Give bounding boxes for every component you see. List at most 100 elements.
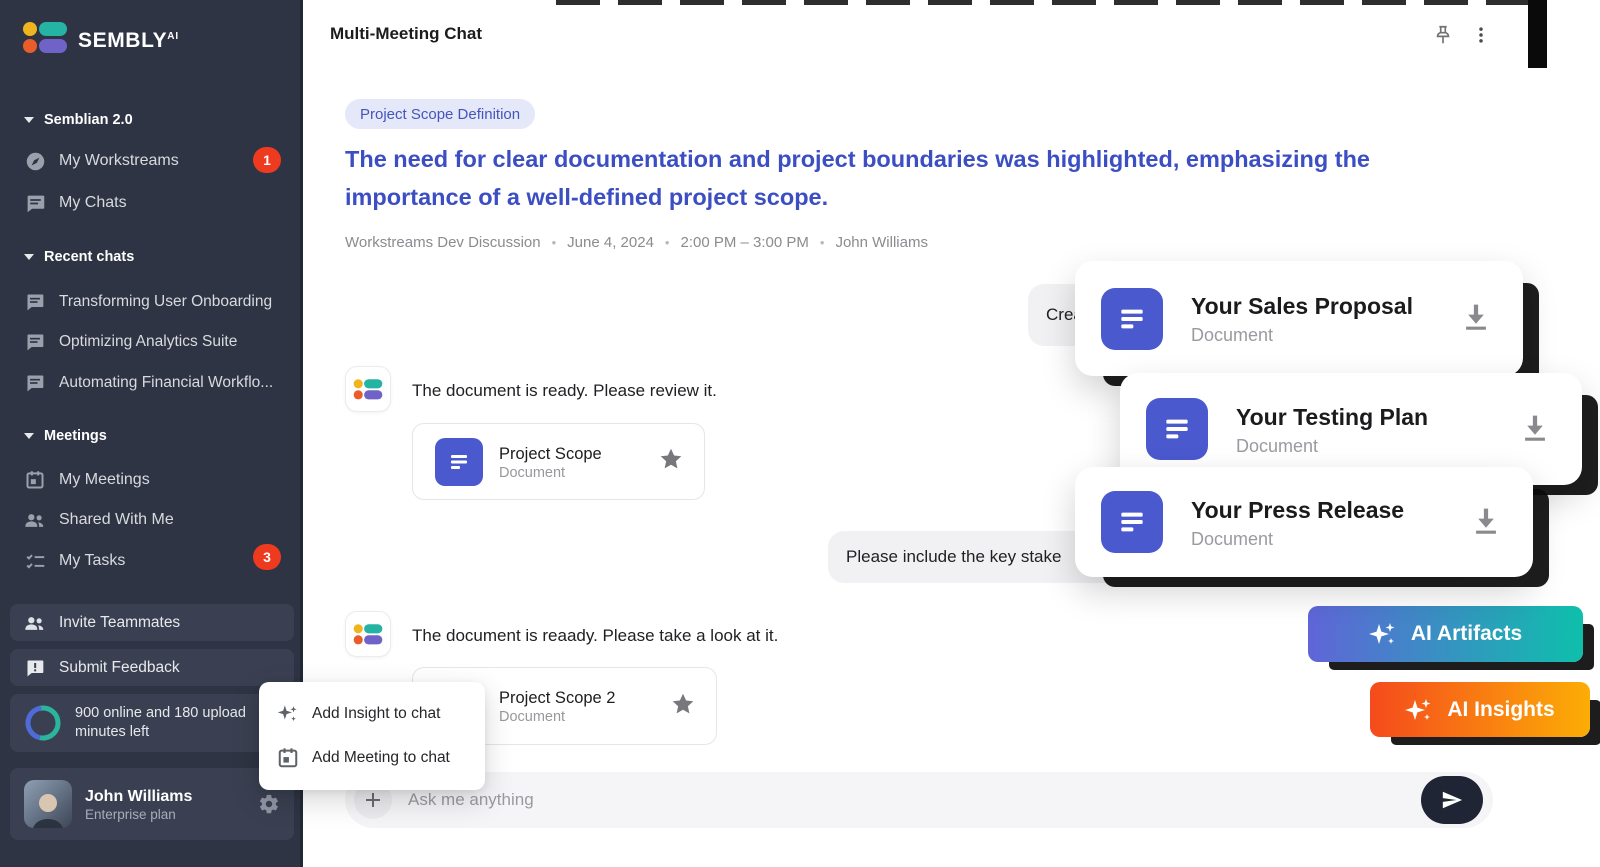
usage-ring-icon [24,704,62,742]
download-icon[interactable] [1518,410,1552,449]
artifact-type: Document [1191,529,1404,550]
menu-item-label: Add Meeting to chat [312,749,450,767]
button-label: Invite Teammates [59,614,180,632]
bot-avatar [345,366,391,412]
meta-owner: John Williams [809,234,928,251]
usage-text: 900 online and 180 upload minutes left [75,704,270,742]
sparkle-icon [277,703,299,725]
send-button[interactable] [1421,776,1483,824]
sidebar-item-shared-with-me[interactable]: Shared With Me [24,506,174,534]
artifact-title: Your Testing Plan [1236,402,1428,432]
artifact-info: Your Press Release Document [1191,495,1404,550]
meta-meeting-name: Workstreams Dev Discussion [345,234,541,251]
meeting-meta: Workstreams Dev Discussion June 4, 2024 … [345,234,928,251]
avatar [24,780,72,828]
ai-artifacts-button[interactable]: AI Artifacts [1308,606,1583,662]
gear-icon[interactable] [258,793,280,815]
kebab-menu-icon[interactable] [1468,22,1494,48]
item-label: Automating Financial Workflo... [59,374,273,392]
chat-icon [24,291,46,313]
artifact-type: Document [1191,325,1413,346]
section-label: Meetings [44,428,107,444]
people-icon [24,612,46,634]
tasks-badge: 3 [253,544,281,570]
feedback-icon [24,657,46,679]
document-info: Project Scope 2 Document [499,687,615,725]
compass-icon [24,150,46,172]
summary-headline: The need for clear documentation and pro… [345,140,1470,216]
bot-message: The document is ready. Please review it. [412,381,717,401]
add-to-chat-menu: Add Insight to chat Add Meeting to chat [259,682,485,790]
chevron-down-icon [24,117,34,123]
sidebar-item-recent-chat[interactable]: Optimizing Analytics Suite [24,328,237,356]
sidebar-item-recent-chat[interactable]: Transforming User Onboarding [24,288,272,316]
profile-plan: Enterprise plan [85,807,245,822]
people-icon [24,509,46,531]
sidebar-item-my-tasks[interactable]: My Tasks [24,547,125,575]
chat-icon [24,372,46,394]
document-title: Project Scope 2 [499,687,615,709]
usage-meter[interactable]: 900 online and 180 upload minutes left [10,694,294,752]
chat-icon [24,331,46,353]
topic-tag[interactable]: Project Scope Definition [345,99,535,129]
document-icon [1146,398,1208,460]
document-icon [435,438,483,486]
sidebar: SEMBLYAI Semblian 2.0 My Workstreams 1 M… [0,0,303,867]
document-type: Document [499,465,602,481]
item-label: My Tasks [59,552,125,570]
ai-insights-button[interactable]: AI Insights [1370,682,1590,737]
section-label: Semblian 2.0 [44,112,133,128]
document-icon [1101,288,1163,350]
sidebar-item-my-chats[interactable]: My Chats [24,189,127,217]
menu-item-add-insight[interactable]: Add Insight to chat [259,692,485,736]
artifact-title: Your Sales Proposal [1191,291,1413,321]
chevron-down-icon [24,254,34,260]
sidebar-item-recent-chat[interactable]: Automating Financial Workflo... [24,369,273,397]
torn-edge-corner [1528,0,1547,68]
sidebar-section-meetings[interactable]: Meetings [24,422,107,450]
menu-item-add-meeting[interactable]: Add Meeting to chat [259,736,485,780]
brand-name: SEMBLYAI [78,20,179,58]
app-window: SEMBLYAI Semblian 2.0 My Workstreams 1 M… [0,0,1600,867]
profile-card[interactable]: John Williams Enterprise plan [10,768,294,840]
profile-name: John Williams [85,787,245,807]
page-title: Multi-Meeting Chat [330,24,482,44]
star-icon[interactable] [658,446,684,477]
button-label: AI Artifacts [1411,622,1522,646]
calendar-icon [24,469,46,491]
pin-icon[interactable] [1430,22,1456,48]
bot-message: The document is reaady. Please take a lo… [412,626,778,646]
download-icon[interactable] [1459,299,1493,338]
profile-info: John Williams Enterprise plan [85,787,245,822]
torn-edge-top [556,0,1544,5]
item-label: Optimizing Analytics Suite [59,333,237,351]
chat-composer [345,772,1493,828]
download-icon[interactable] [1469,503,1503,542]
message-input[interactable] [392,790,1421,810]
item-label: My Chats [59,194,127,212]
artifact-title: Your Press Release [1191,495,1404,525]
artifact-info: Your Sales Proposal Document [1191,291,1413,346]
sidebar-section-semblian[interactable]: Semblian 2.0 [24,106,133,134]
menu-item-label: Add Insight to chat [312,705,440,723]
artifact-card-sales-proposal[interactable]: Your Sales Proposal Document [1075,261,1523,376]
invite-teammates-button[interactable]: Invite Teammates [10,604,294,641]
document-icon [1101,491,1163,553]
sidebar-item-my-meetings[interactable]: My Meetings [24,466,150,494]
sparkles-icon [1369,620,1397,648]
submit-feedback-button[interactable]: Submit Feedback [10,649,294,686]
document-attachment[interactable]: Project Scope Document [412,423,705,500]
brand-logo: SEMBLYAI [22,20,179,58]
star-icon[interactable] [670,691,696,722]
document-type: Document [499,709,615,725]
meta-time: 2:00 PM – 3:00 PM [654,234,809,251]
item-label: Transforming User Onboarding [59,293,272,311]
brand-suffix: AI [167,31,179,42]
item-label: Shared With Me [59,511,174,529]
sidebar-item-my-workstreams[interactable]: My Workstreams [24,147,179,175]
document-title: Project Scope [499,443,602,465]
meta-date: June 4, 2024 [541,234,654,251]
sidebar-section-recent-chats[interactable]: Recent chats [24,243,134,271]
artifact-card-press-release[interactable]: Your Press Release Document [1075,467,1533,577]
tasks-icon [24,550,46,572]
